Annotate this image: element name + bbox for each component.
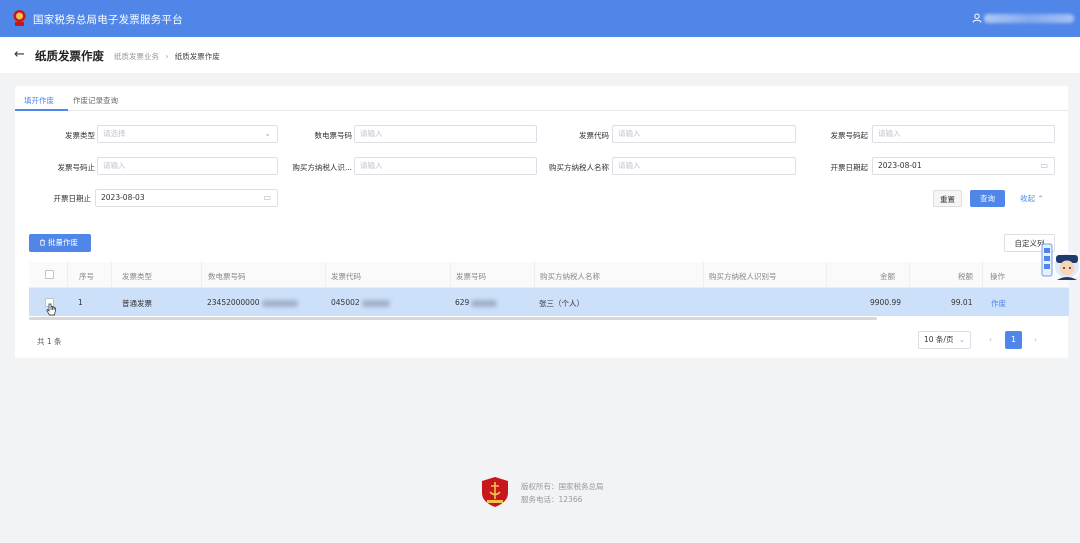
invoice-code-label: 发票代码 <box>579 131 609 140</box>
chevron-down-icon: ⌄ <box>958 335 965 344</box>
query-button[interactable]: 查询 <box>970 190 1005 207</box>
breadcrumb-item-paper-invoice[interactable]: 纸质发票业务 <box>114 52 159 61</box>
top-bar: 国家税务总局电子发票服务平台 <box>0 0 1080 37</box>
table-header: 序号 发票类型 数电票号码 发票代码 发票号码 购买方纳税人名称 购买方纳税人识… <box>29 262 1069 288</box>
column-header-invoice-code: 发票代码 <box>331 272 361 281</box>
column-header-action: 操作 <box>990 272 1005 281</box>
digital-invoice-no-label: 数电票号码 <box>314 131 353 140</box>
total-count: 共 1 条 <box>37 337 62 346</box>
issue-date-end-picker[interactable]: 2023-08-03 ▭ <box>95 189 278 207</box>
app-title: 国家税务总局电子发票服务平台 <box>33 14 183 26</box>
column-header-tax: 税额 <box>958 272 973 281</box>
cell-tax: 99.01 <box>951 298 973 307</box>
footer-copyright: 版权所有：国家税务总局 <box>521 482 604 491</box>
buyer-name-input[interactable]: 请输入 <box>612 157 796 175</box>
invoice-code-input[interactable]: 请输入 <box>612 125 796 143</box>
back-arrow-icon[interactable]: ← <box>14 47 25 62</box>
void-action-link[interactable]: 作废 <box>991 298 1006 309</box>
cell-invoice-code: 045002 <box>331 298 390 307</box>
tab-void-issue[interactable]: 填开作废 <box>24 95 54 106</box>
batch-void-button[interactable]: 批量作废 <box>29 234 91 252</box>
collapse-toggle[interactable]: 收起 ⌃ <box>1015 190 1049 207</box>
breadcrumb-separator: › <box>165 52 169 61</box>
page-header: ← 纸质发票作废 纸质发票业务 › 纸质发票作废 <box>0 37 1080 73</box>
page-title: 纸质发票作废 <box>35 49 104 63</box>
cell-amount: 9900.99 <box>870 298 902 307</box>
cell-buyer-name: 张三（个人） <box>539 299 584 308</box>
active-tab-indicator <box>15 109 68 111</box>
page-size-select[interactable]: 10 条/页 ⌄ <box>918 331 971 349</box>
issue-date-start-label: 开票日期起 <box>830 163 869 172</box>
cell-invoice-no: 629 <box>455 298 498 307</box>
footer-hotline: 服务电话：12366 <box>521 495 583 504</box>
invoice-no-start-input[interactable]: 请输入 <box>872 125 1055 143</box>
cell-digital-invoice-no: 23452000000 <box>207 298 298 307</box>
footer-info: 版权所有：国家税务总局 服务电话：12366 <box>521 480 604 506</box>
breadcrumb: 纸质发票业务 › 纸质发票作废 <box>114 51 220 62</box>
calendar-icon: ▭ <box>1040 161 1048 170</box>
invoice-no-end-label: 发票号码止 <box>57 163 96 172</box>
buyer-tax-id-label: 购买方纳税人识... <box>292 163 352 172</box>
next-page-button[interactable]: › <box>1027 331 1044 349</box>
issue-date-start-picker[interactable]: 2023-08-01 ▭ <box>872 157 1055 175</box>
column-header-invoice-type: 发票类型 <box>122 272 152 281</box>
tab-bar: 填开作废 作废记录查询 <box>15 86 1068 111</box>
tab-void-records[interactable]: 作废记录查询 <box>73 95 118 106</box>
chevron-down-icon: ⌄ <box>264 129 271 138</box>
prev-page-button[interactable]: ‹ <box>982 331 999 349</box>
invoice-no-end-input[interactable]: 请输入 <box>97 157 278 175</box>
column-header-index: 序号 <box>79 272 94 281</box>
select-all-checkbox[interactable] <box>45 270 54 279</box>
calendar-icon: ▭ <box>263 193 271 202</box>
reset-button[interactable]: 重置 <box>933 190 962 207</box>
issue-date-end-label: 开票日期止 <box>53 194 92 203</box>
cell-index: 1 <box>78 298 83 307</box>
page-1-button[interactable]: 1 <box>1005 331 1022 349</box>
user-name-redacted[interactable] <box>984 14 1074 23</box>
invoice-no-start-label: 发票号码起 <box>830 131 869 140</box>
column-header-invoice-no: 发票号码 <box>456 272 486 281</box>
digital-invoice-no-input[interactable]: 请输入 <box>354 125 537 143</box>
column-header-amount: 金额 <box>880 272 895 281</box>
trash-icon <box>39 239 46 246</box>
tax-bureau-emblem-icon <box>482 477 508 507</box>
tax-emblem-icon <box>13 10 26 26</box>
cell-invoice-type: 普通发票 <box>122 299 152 308</box>
breadcrumb-item-current: 纸质发票作废 <box>174 52 220 61</box>
buyer-name-label: 购买方纳税人名称 <box>549 163 609 172</box>
invoice-type-label: 发票类型 <box>65 131 95 140</box>
table-row[interactable]: 1 普通发票 23452000000 045002 629 张三（个人） 990… <box>29 288 1069 316</box>
assistant-avatar-icon[interactable] <box>1040 240 1080 284</box>
invoice-type-select[interactable]: 请选择 ⌄ <box>97 125 278 143</box>
column-header-buyer-name: 购买方纳税人名称 <box>540 272 600 281</box>
column-header-digital-invoice-no: 数电票号码 <box>208 272 246 281</box>
hand-cursor-icon <box>46 303 56 316</box>
buyer-tax-id-input[interactable]: 请输入 <box>354 157 537 175</box>
horizontal-scrollbar[interactable] <box>29 317 877 320</box>
column-header-buyer-tax-id: 购买方纳税人识别号 <box>709 272 777 281</box>
user-icon[interactable] <box>972 13 982 23</box>
